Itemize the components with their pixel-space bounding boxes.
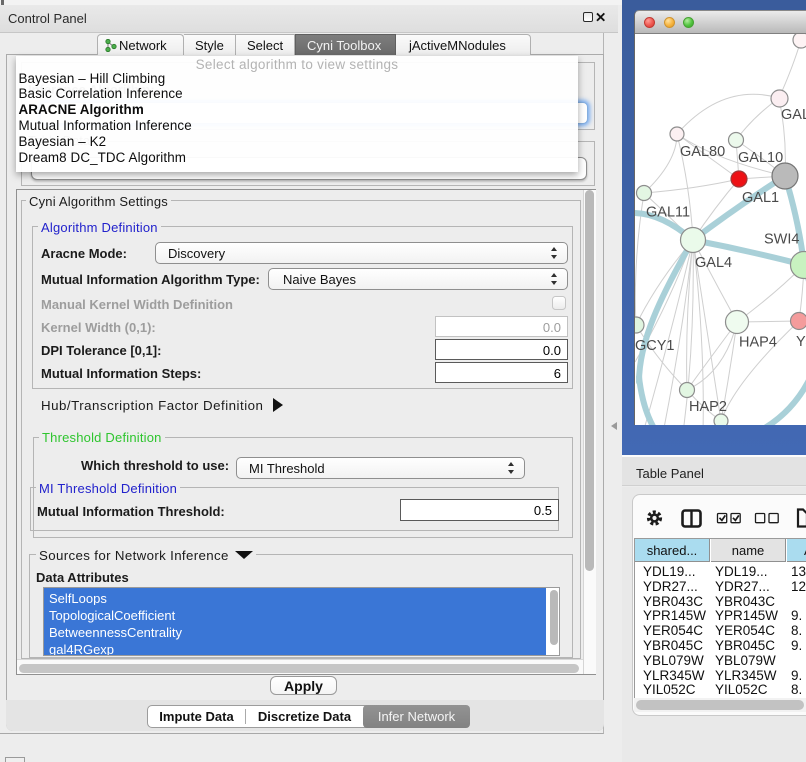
svg-text:GAL80: GAL80: [680, 144, 725, 160]
svg-text:SWI4: SWI4: [764, 232, 799, 248]
svg-text:GAL10: GAL10: [738, 150, 783, 166]
svg-text:GAL11: GAL11: [646, 205, 690, 221]
svg-text:YJ: YJ: [796, 334, 806, 350]
svg-text:GAL2: GAL2: [781, 107, 806, 123]
svg-text:GAL1: GAL1: [742, 190, 779, 206]
svg-text:HAP4: HAP4: [739, 335, 777, 351]
svg-text:HAP2: HAP2: [689, 399, 727, 415]
svg-text:GAL4: GAL4: [695, 255, 732, 271]
svg-text:GCY1: GCY1: [635, 338, 675, 354]
